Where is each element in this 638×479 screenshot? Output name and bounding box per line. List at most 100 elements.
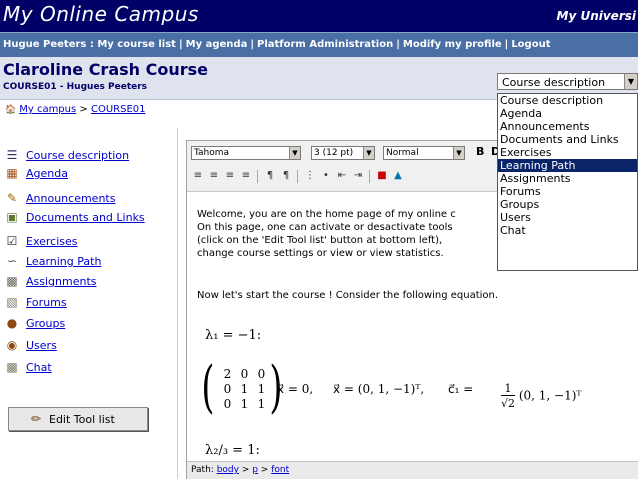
welcome-line: On this page, one can activate or desact… xyxy=(197,222,453,233)
eigenvalue-1-label: λ₁ = −1: xyxy=(205,328,262,343)
equation-part-2: x⃗ = (0, 1, −1)ᵀ, xyxy=(333,382,425,396)
text-color-icon[interactable]: ■ xyxy=(375,169,389,183)
start-course-text: Now let's start the course ! Consider th… xyxy=(197,290,499,301)
path-label: Path: xyxy=(191,465,214,475)
matrix-cell: 0 xyxy=(223,397,232,411)
tool-label[interactable]: Users xyxy=(26,339,57,352)
matrix: 200 011 011 xyxy=(219,367,270,412)
chevron-down-icon[interactable]: ▼ xyxy=(363,147,374,159)
campus-title[interactable]: My Online Campus xyxy=(3,2,199,26)
paragraph-format-select[interactable]: Normal ▼ xyxy=(383,146,465,160)
user-icon: ◉ xyxy=(6,338,18,352)
dropdown-option[interactable]: Course description xyxy=(498,94,637,107)
course-title[interactable]: Claroline Crash Course xyxy=(3,60,208,79)
matrix-cell: 0 xyxy=(240,367,249,381)
tool-label[interactable]: Learning Path xyxy=(26,255,101,268)
dropdown-option-highlighted[interactable]: Learning Path xyxy=(498,159,637,172)
align-center-icon[interactable]: ≡ xyxy=(207,169,221,183)
bold-button[interactable]: B xyxy=(476,145,484,158)
font-size-select[interactable]: 3 (12 pt) ▼ xyxy=(311,146,375,160)
path-item-p[interactable]: p xyxy=(252,465,258,475)
dropdown-option[interactable]: Chat xyxy=(498,224,637,237)
chevron-down-icon[interactable]: ▼ xyxy=(624,74,637,89)
unordered-list-icon[interactable]: • xyxy=(319,169,333,183)
align-right-icon[interactable]: ≡ xyxy=(223,169,237,183)
dropdown-option[interactable]: Announcements xyxy=(498,120,637,133)
matrix-equation: ( 200 011 011 ) x⃗ = 0, x⃗ = (0, 1, −1)ᵀ… xyxy=(201,360,638,422)
tool-label[interactable]: Chat xyxy=(26,361,52,374)
pencil-icon: ✏ xyxy=(31,412,42,426)
tool-course-description[interactable]: ☰ Course description xyxy=(0,147,180,165)
tool-groups[interactable]: ● Groups xyxy=(0,315,180,333)
dropdown-option[interactable]: Agenda xyxy=(498,107,637,120)
dropdown-option[interactable]: Groups xyxy=(498,198,637,211)
course-tool-select[interactable]: Course description ▼ xyxy=(497,73,638,90)
course-tool-select-value: Course description xyxy=(502,76,606,89)
tool-learning-path[interactable]: ∽ Learning Path xyxy=(0,253,180,271)
tool-label[interactable]: Course description xyxy=(26,149,129,162)
list-icon: ☰ xyxy=(6,148,18,162)
home-icon: 🏠 xyxy=(5,105,17,115)
ltr-icon[interactable]: ¶ xyxy=(263,169,277,183)
nav-link-logout[interactable]: Logout xyxy=(511,39,550,50)
breadcrumb-my-campus[interactable]: My campus xyxy=(19,104,76,115)
dropdown-option[interactable]: Documents and Links xyxy=(498,133,637,146)
align-left-icon[interactable]: ≡ xyxy=(191,169,205,183)
chevron-down-icon[interactable]: ▼ xyxy=(289,147,300,159)
tool-users[interactable]: ◉ Users xyxy=(0,337,180,355)
tool-exercises[interactable]: ☑ Exercises xyxy=(0,233,180,251)
highlight-color-icon[interactable]: ▲ xyxy=(391,169,405,183)
outdent-icon[interactable]: ⇤ xyxy=(335,169,349,183)
matrix-cell: 2 xyxy=(223,367,232,381)
path-item-font[interactable]: font xyxy=(271,465,289,475)
equation-part-3-vector: (0, 1, −1)ᵀ xyxy=(518,388,582,403)
tool-label[interactable]: Exercises xyxy=(26,235,78,248)
path-item-body[interactable]: body xyxy=(217,465,239,475)
tool-label[interactable]: Agenda xyxy=(26,167,68,180)
campus-banner: My Online Campus My Universi xyxy=(0,0,638,32)
checkbox-icon: ☑ xyxy=(6,234,18,248)
tool-forums[interactable]: ▧ Forums xyxy=(0,294,180,312)
tool-chat[interactable]: ▩ Chat xyxy=(0,359,180,377)
university-name[interactable]: My Universi xyxy=(557,9,636,23)
tool-label[interactable]: Groups xyxy=(26,317,65,330)
matrix-cell: 1 xyxy=(257,382,266,396)
toolbar-separator xyxy=(257,170,258,183)
tool-label[interactable]: Announcements xyxy=(26,192,115,205)
font-family-value: Tahoma xyxy=(194,148,230,158)
nav-link-platform-admin[interactable]: Platform Administration xyxy=(257,39,393,50)
welcome-line: Welcome, you are on the home page of my … xyxy=(197,209,456,220)
nav-link-agenda[interactable]: My agenda xyxy=(186,39,248,50)
tool-label[interactable]: Assignments xyxy=(26,275,97,288)
breadcrumb-course[interactable]: COURSE01 xyxy=(91,104,146,115)
dropdown-option[interactable]: Assignments xyxy=(498,172,637,185)
chevron-down-icon[interactable]: ▼ xyxy=(453,147,464,159)
align-justify-icon[interactable]: ≡ xyxy=(239,169,253,183)
edit-tool-list-button[interactable]: ✏ Edit Tool list xyxy=(8,407,148,431)
path-icon: ∽ xyxy=(6,254,18,268)
assignment-icon: ▩ xyxy=(6,274,18,288)
tool-documents-and-links[interactable]: ▣ Documents and Links xyxy=(0,209,180,227)
rtl-icon[interactable]: ¶ xyxy=(279,169,293,183)
announcement-icon: ✎ xyxy=(6,191,18,205)
font-size-value: 3 (12 pt) xyxy=(314,148,354,158)
indent-icon[interactable]: ⇥ xyxy=(351,169,365,183)
my-course-list-link[interactable]: Hugue Peeters : My course list xyxy=(3,39,176,50)
matrix-cell: 0 xyxy=(223,382,232,396)
tool-label[interactable]: Documents and Links xyxy=(26,211,145,224)
left-parenthesis: ( xyxy=(201,355,215,420)
tool-label[interactable]: Forums xyxy=(26,296,67,309)
ordered-list-icon[interactable]: ⋮ xyxy=(303,169,317,183)
fraction: 1 √2 xyxy=(501,382,516,410)
font-family-select[interactable]: Tahoma ▼ xyxy=(191,146,301,160)
tool-assignments[interactable]: ▩ Assignments xyxy=(0,273,180,291)
dropdown-option[interactable]: Exercises xyxy=(498,146,637,159)
welcome-line: change course settings or view or view s… xyxy=(197,248,444,259)
nav-link-modify-profile[interactable]: Modify my profile xyxy=(403,39,502,50)
edit-tool-list-label: Edit Tool list xyxy=(49,413,115,426)
toolbar-separator xyxy=(369,170,370,183)
tool-announcements[interactable]: ✎ Announcements xyxy=(0,190,180,208)
tool-agenda[interactable]: ▦ Agenda xyxy=(0,165,180,183)
dropdown-option[interactable]: Forums xyxy=(498,185,637,198)
dropdown-option[interactable]: Users xyxy=(498,211,637,224)
